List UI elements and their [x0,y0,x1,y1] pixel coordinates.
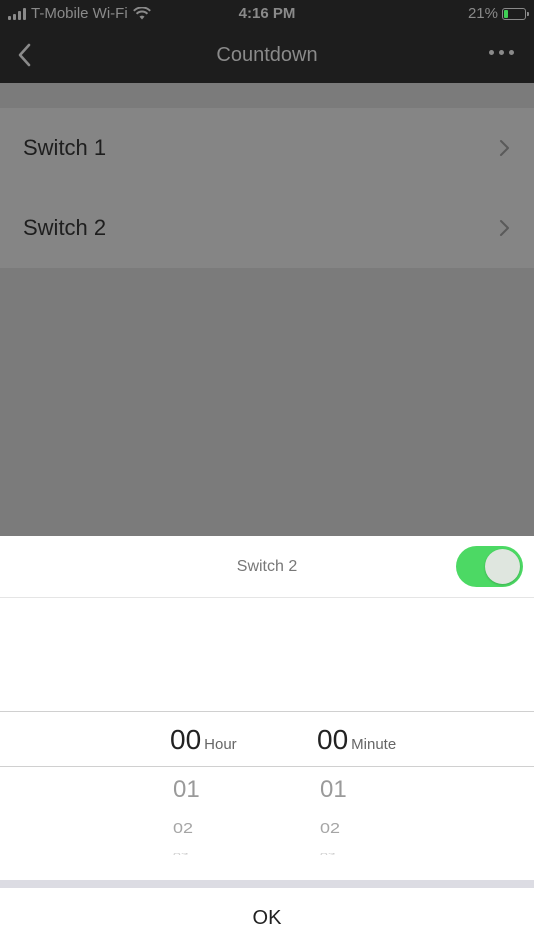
switch-list: Switch 1 Switch 2 [0,108,534,268]
list-item-label: Switch 2 [23,215,107,240]
battery-percent: 21% [467,5,498,22]
hour-unit: Hour [204,736,237,753]
hour-column[interactable]: 00 Hour [170,724,237,756]
chevron-right-icon [500,140,509,156]
minute-unit: Minute [351,736,397,753]
hour-option[interactable]: 02 [173,820,193,837]
sheet-title: Switch 2 [236,558,298,575]
more-dots-icon[interactable] [489,50,514,55]
status-right: 21% [467,5,529,22]
countdown-sheet: Switch 2 00 Hour 00 Minute 01 02 03 01 02 … [0,536,534,950]
hour-option[interactable]: 01 [173,776,200,804]
list-item-switch-2[interactable]: Switch 2 [0,188,534,268]
page-title: Countdown [216,44,318,66]
minute-column[interactable]: 00 Minute [317,724,396,756]
list-item-label: Switch 1 [23,135,107,160]
switch-toggle[interactable] [456,546,523,587]
status-bar: T-Mobile Wi-Fi 4:16 PM 21% [0,0,534,28]
battery-level [504,9,508,18]
list-item-switch-1[interactable]: Switch 1 [0,108,534,188]
toggle-knob [485,549,520,584]
minute-selected: 00 [317,724,349,755]
minute-option[interactable]: 01 [320,776,347,804]
time-picker[interactable]: 00 Hour 00 Minute 01 02 03 01 02 03 [0,711,534,881]
hour-option[interactable]: 03 [173,851,189,855]
battery-icon [502,7,529,20]
status-time: 4:16 PM [238,5,296,22]
hour-selected: 00 [170,724,202,755]
ok-button[interactable]: OK [0,888,534,950]
minute-option[interactable]: 02 [320,820,340,837]
minute-option[interactable]: 03 [320,851,336,855]
nav-bar: Countdown [0,28,534,83]
sheet-divider [0,880,534,888]
picker-selection-band: 00 Hour 00 Minute [0,711,534,767]
sheet-header: Switch 2 [0,536,534,598]
chevron-right-icon [500,220,509,236]
